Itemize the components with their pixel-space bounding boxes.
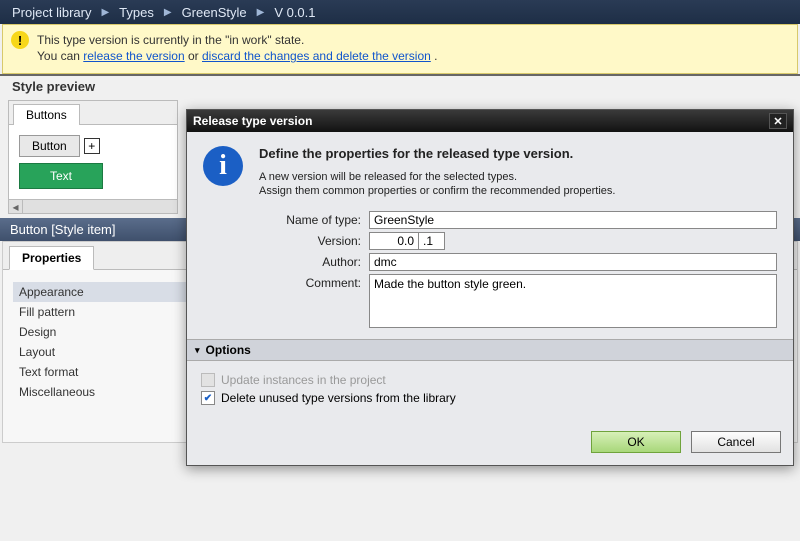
label-version: Version:	[259, 232, 369, 248]
label-name: Name of type:	[259, 211, 369, 227]
version-minor-input[interactable]	[419, 232, 445, 250]
dialog-desc-1: A new version will be released for the s…	[259, 171, 777, 183]
dialog-title-text: Release type version	[193, 114, 312, 128]
preview-tab-buttons[interactable]: Buttons	[13, 104, 80, 125]
dialog-titlebar[interactable]: Release type version ✕	[187, 110, 793, 132]
label-author: Author:	[259, 253, 369, 269]
chevron-right-icon: ▶	[251, 7, 271, 18]
tab-properties[interactable]: Properties	[9, 246, 94, 270]
release-link[interactable]: release the version	[83, 49, 184, 63]
name-input[interactable]	[369, 211, 777, 229]
style-preview-header: Style preview	[0, 74, 800, 94]
breadcrumb: Project library ▶ Types ▶ GreenStyle ▶ V…	[0, 0, 800, 24]
crumb-greenstyle[interactable]: GreenStyle	[178, 5, 251, 20]
warning-banner: ! This type version is currently in the …	[2, 24, 798, 74]
chevron-right-icon: ▶	[95, 7, 115, 18]
cancel-button[interactable]: Cancel	[691, 431, 781, 453]
dialog-heading: Define the properties for the released t…	[259, 146, 777, 161]
crumb-version[interactable]: V 0.0.1	[270, 5, 319, 20]
label-comment: Comment:	[259, 274, 369, 290]
discard-link[interactable]: discard the changes and delete the versi…	[202, 49, 431, 63]
checkbox-delete-unused[interactable]: ✔ Delete unused type versions from the l…	[201, 391, 779, 405]
crumb-project-library[interactable]: Project library	[8, 5, 95, 20]
chevron-down-icon: ▾	[195, 345, 200, 356]
sample-button-green[interactable]: Text	[19, 163, 103, 189]
author-input[interactable]	[369, 253, 777, 271]
style-preview-panel: Buttons Button + Text ◂	[8, 100, 178, 214]
ok-button[interactable]: OK	[591, 431, 681, 453]
add-icon[interactable]: +	[84, 138, 100, 154]
sample-button-grey[interactable]: Button	[19, 135, 80, 157]
warning-text-1: This type version is currently in the "i…	[37, 33, 789, 47]
checkbox-icon[interactable]: ✔	[201, 391, 215, 405]
checkbox-update-instances: Update instances in the project	[201, 373, 779, 387]
info-icon: i	[203, 146, 243, 186]
dialog-desc-2: Assign them common properties or confirm…	[259, 185, 777, 197]
checkbox-icon	[201, 373, 215, 387]
warning-text-2: You can release the version or discard t…	[37, 49, 789, 63]
chevron-right-icon: ▶	[158, 7, 178, 18]
options-header[interactable]: ▾ Options	[187, 339, 793, 361]
scroll-left-icon[interactable]: ◂	[9, 200, 23, 214]
version-major-input[interactable]	[369, 232, 419, 250]
crumb-types[interactable]: Types	[115, 5, 158, 20]
warning-icon: !	[11, 31, 29, 49]
comment-input[interactable]	[369, 274, 777, 328]
scrollbar[interactable]: ◂	[9, 199, 177, 213]
release-dialog: Release type version ✕ i Define the prop…	[186, 109, 794, 466]
close-icon[interactable]: ✕	[769, 113, 787, 129]
